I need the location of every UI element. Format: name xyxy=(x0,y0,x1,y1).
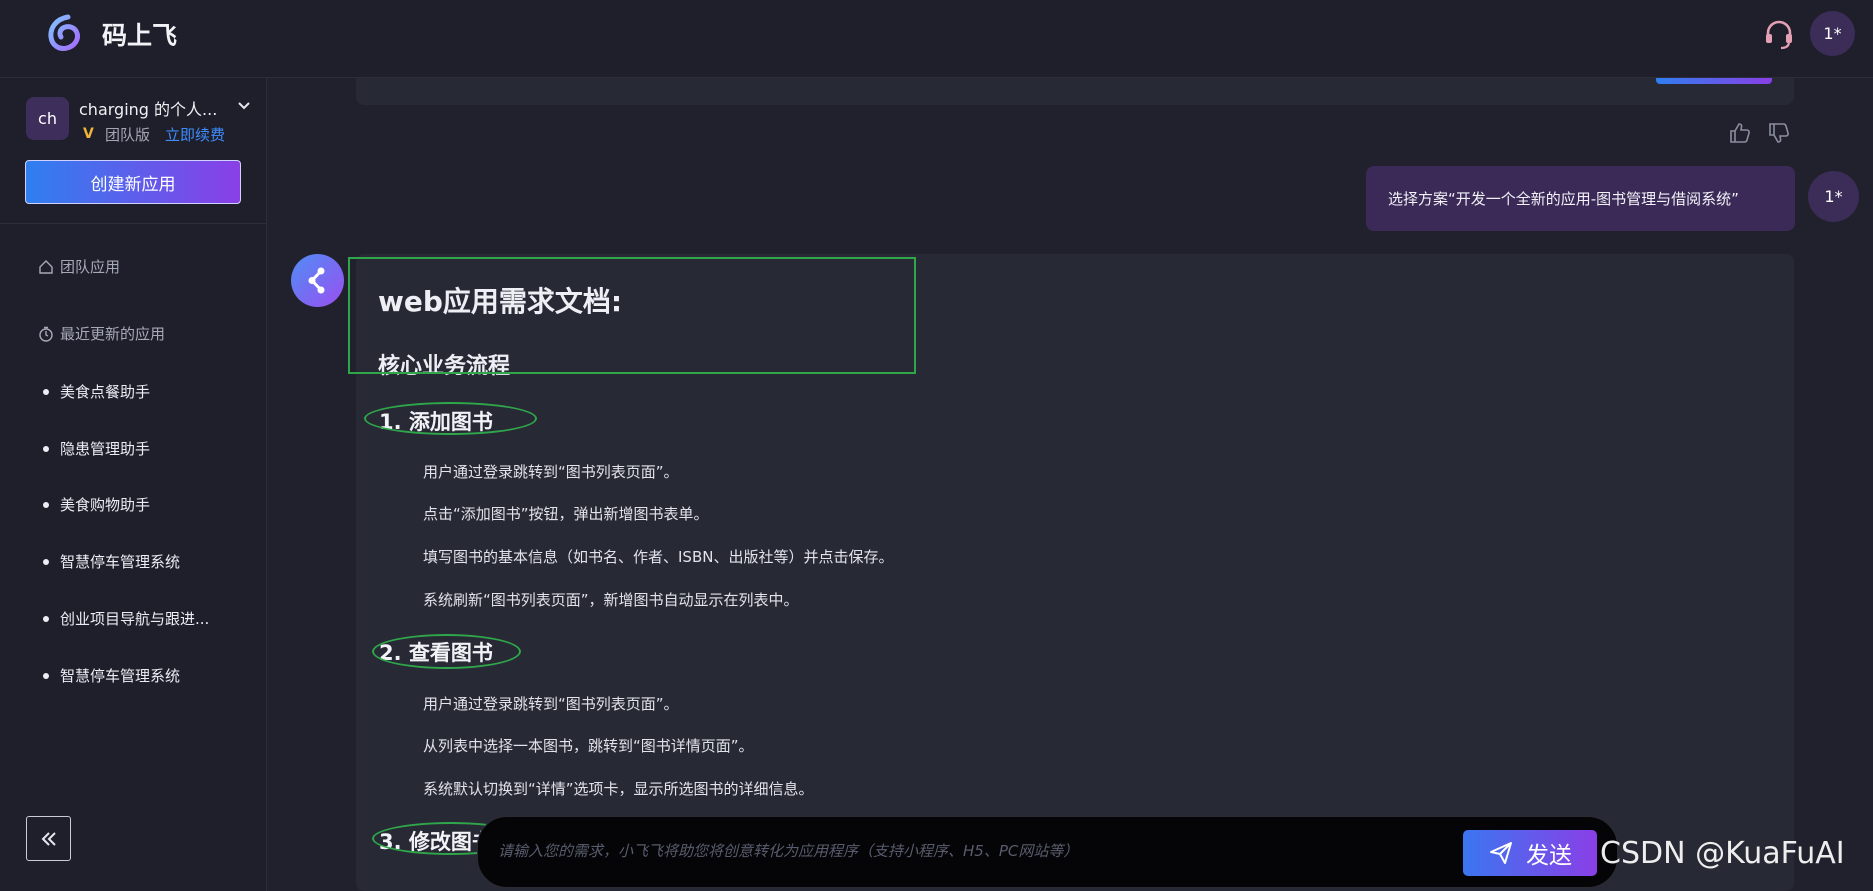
user-message-bubble: 选择方案“开发一个全新的应用-图书管理与借阅系统” xyxy=(1366,166,1795,231)
bullet-icon xyxy=(43,501,49,508)
recent-app-item[interactable]: 隐患管理助手 xyxy=(43,438,150,459)
sidebar: ch charging 的个人... V 团队版 立即续费 创建新应用 团队应用… xyxy=(0,78,267,891)
previous-message-card xyxy=(356,78,1794,105)
section-step: 系统默认切换到“详情”选项卡，显示所选图书的详细信息。 xyxy=(423,780,814,798)
section-step: 系统刷新“图书列表页面”，新增图书自动显示在列表中。 xyxy=(423,591,799,609)
double-chevron-left-icon xyxy=(41,831,56,846)
workspace-plan: 团队版 xyxy=(105,126,151,144)
recent-app-label: 创业项目导航与跟进... xyxy=(60,610,210,628)
bullet-icon xyxy=(43,388,49,395)
recent-app-label: 智慧停车管理系统 xyxy=(60,553,181,571)
bullet-icon xyxy=(43,672,49,679)
recent-app-label: 美食点餐助手 xyxy=(60,383,151,401)
doc-subtitle: 核心业务流程 xyxy=(378,354,511,379)
sidebar-divider xyxy=(0,223,267,224)
user-avatar[interactable]: 1* xyxy=(1810,11,1855,56)
renew-link[interactable]: 立即续费 xyxy=(165,124,225,145)
chevron-down-icon[interactable] xyxy=(236,98,252,114)
send-button[interactable]: 发送 xyxy=(1463,830,1597,876)
collapse-sidebar-button[interactable] xyxy=(26,816,71,861)
section-step: 从列表中选择一本图书，跳转到“图书详情页面”。 xyxy=(423,737,754,755)
recent-app-item[interactable]: 创业项目导航与跟进... xyxy=(43,608,209,629)
assistant-avatar-icon xyxy=(291,254,344,307)
workspace-avatar[interactable]: ch xyxy=(26,97,69,140)
bullet-icon xyxy=(43,445,49,452)
section-title: 1. 添加图书 xyxy=(379,410,493,434)
previous-message-button[interactable] xyxy=(1656,78,1772,84)
recent-app-label: 隐患管理助手 xyxy=(60,440,151,458)
headset-support-icon[interactable] xyxy=(1762,17,1796,51)
recent-app-label: 美食购物助手 xyxy=(60,496,151,514)
section-step: 点击“添加图书”按钮，弹出新增图书表单。 xyxy=(423,505,709,523)
section-step: 填写图书的基本信息（如书名、作者、ISBN、出版社等）并点击保存。 xyxy=(423,548,894,566)
app-logo-icon[interactable] xyxy=(46,14,84,52)
clock-icon xyxy=(39,326,53,342)
recent-app-item[interactable]: 智慧停车管理系统 xyxy=(43,551,180,572)
thumbs-up-icon[interactable] xyxy=(1728,121,1752,145)
home-icon xyxy=(39,259,53,274)
plan-badge-icon: V xyxy=(83,126,94,142)
bullet-icon xyxy=(43,615,49,622)
sidebar-item-label: 团队应用 xyxy=(60,258,121,276)
app-name: 码上飞 xyxy=(102,21,178,50)
sidebar-recent-header: 最近更新的应用 xyxy=(38,323,165,344)
recent-app-label: 智慧停车管理系统 xyxy=(60,667,181,685)
recent-app-item[interactable]: 智慧停车管理系统 xyxy=(43,665,180,686)
top-bar: 码上飞 1* xyxy=(0,0,1873,78)
recent-app-item[interactable]: 美食购物助手 xyxy=(43,494,150,515)
bullet-icon xyxy=(43,558,49,565)
send-label: 发送 xyxy=(1526,843,1572,869)
workspace-name[interactable]: charging 的个人... xyxy=(79,96,217,120)
doc-title: web应用需求文档: xyxy=(378,285,623,318)
watermark: CSDN @KuaFuAI xyxy=(1600,836,1845,871)
send-icon xyxy=(1490,842,1512,864)
user-message-avatar: 1* xyxy=(1808,171,1859,222)
section-title: 3. 修改图书 xyxy=(379,830,493,854)
section-step: 用户通过登录跳转到“图书列表页面”。 xyxy=(423,695,679,713)
thumbs-down-icon[interactable] xyxy=(1767,121,1791,145)
sidebar-item-team-apps[interactable]: 团队应用 xyxy=(38,256,120,277)
recent-app-item[interactable]: 美食点餐助手 xyxy=(43,381,150,402)
section-step: 用户通过登录跳转到“图书列表页面”。 xyxy=(423,463,679,481)
section-title: 2. 查看图书 xyxy=(379,641,493,665)
chat-input[interactable] xyxy=(498,832,1448,870)
sidebar-recent-label: 最近更新的应用 xyxy=(60,325,166,343)
create-app-button[interactable]: 创建新应用 xyxy=(25,160,241,204)
